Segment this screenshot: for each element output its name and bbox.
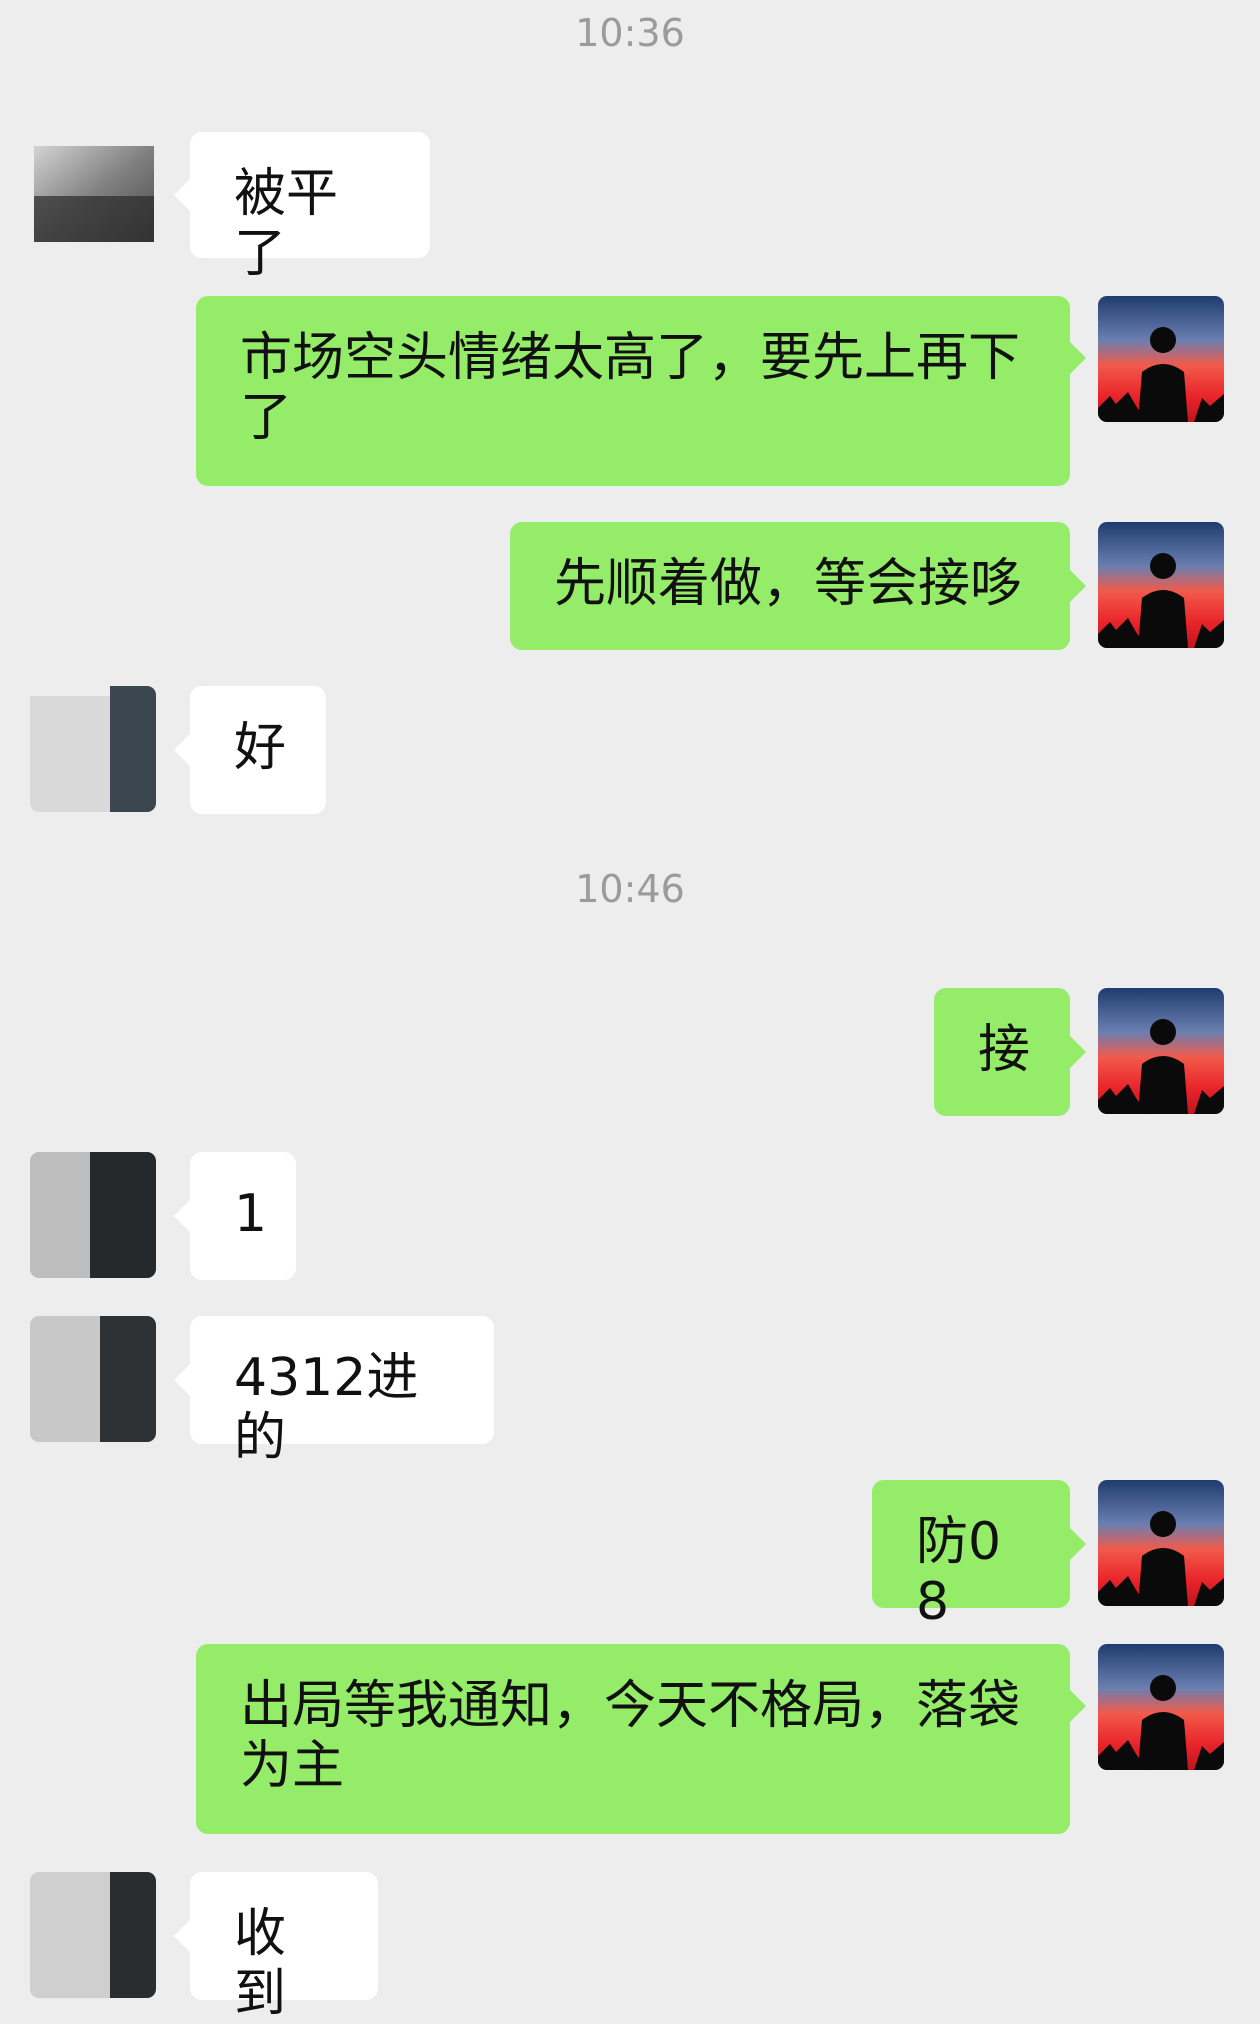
my-avatar[interactable]	[1098, 1644, 1224, 1770]
timestamp: 10:46	[575, 867, 685, 911]
message-bubble-received[interactable]: 4312进的	[174, 1316, 494, 1468]
message-text: 出局等我通知，今天不格局，落袋为主	[240, 1676, 1021, 1796]
message-text: 4312进的	[234, 1348, 419, 1468]
my-avatar[interactable]	[1098, 296, 1224, 422]
sunset-silhouette-avatar-icon	[1098, 1480, 1224, 1606]
obscured-avatar-icon	[30, 1872, 156, 1998]
message-bubble-received[interactable]: 1	[174, 1152, 296, 1280]
message-bubble-received[interactable]: 收到	[174, 1872, 378, 2024]
message-bubble-sent[interactable]: 接	[934, 988, 1086, 1116]
message-text: 1	[234, 1184, 268, 1244]
message-bubble-sent[interactable]: 防08	[872, 1480, 1086, 1632]
message-bubble-sent[interactable]: 先顺着做，等会接哆	[510, 522, 1086, 650]
timestamp: 10:36	[575, 11, 685, 55]
contact-avatar[interactable]	[30, 686, 156, 812]
sunset-silhouette-avatar-icon	[1098, 522, 1224, 648]
my-avatar[interactable]	[1098, 1480, 1224, 1606]
my-avatar[interactable]	[1098, 988, 1224, 1114]
sunset-silhouette-avatar-icon	[1098, 296, 1224, 422]
obscured-avatar-icon	[30, 686, 156, 812]
my-avatar[interactable]	[1098, 522, 1224, 648]
message-bubble-received[interactable]: 被平了	[174, 132, 430, 284]
message-text: 好	[234, 718, 287, 778]
contact-avatar[interactable]	[30, 1152, 156, 1278]
message-text: 接	[978, 1020, 1031, 1080]
message-text: 先顺着做，等会接哆	[554, 554, 1023, 614]
sunset-silhouette-avatar-icon	[1098, 988, 1224, 1114]
message-text: 防08	[916, 1512, 1002, 1632]
message-bubble-received[interactable]: 好	[174, 686, 326, 814]
contact-avatar[interactable]	[30, 1316, 156, 1442]
message-text: 市场空头情绪太高了，要先上再下了	[240, 328, 1021, 448]
message-text: 收到	[234, 1904, 287, 2024]
obscured-avatar-icon	[30, 126, 156, 252]
message-bubble-sent[interactable]: 出局等我通知，今天不格局，落袋为主	[196, 1644, 1086, 1834]
contact-avatar[interactable]	[30, 1872, 156, 1998]
obscured-avatar-icon	[30, 1316, 156, 1442]
sunset-silhouette-avatar-icon	[1098, 1644, 1224, 1770]
message-text: 被平了	[234, 164, 339, 284]
obscured-avatar-icon	[30, 1152, 156, 1278]
message-bubble-sent[interactable]: 市场空头情绪太高了，要先上再下了	[196, 296, 1086, 486]
contact-avatar[interactable]	[30, 126, 156, 252]
